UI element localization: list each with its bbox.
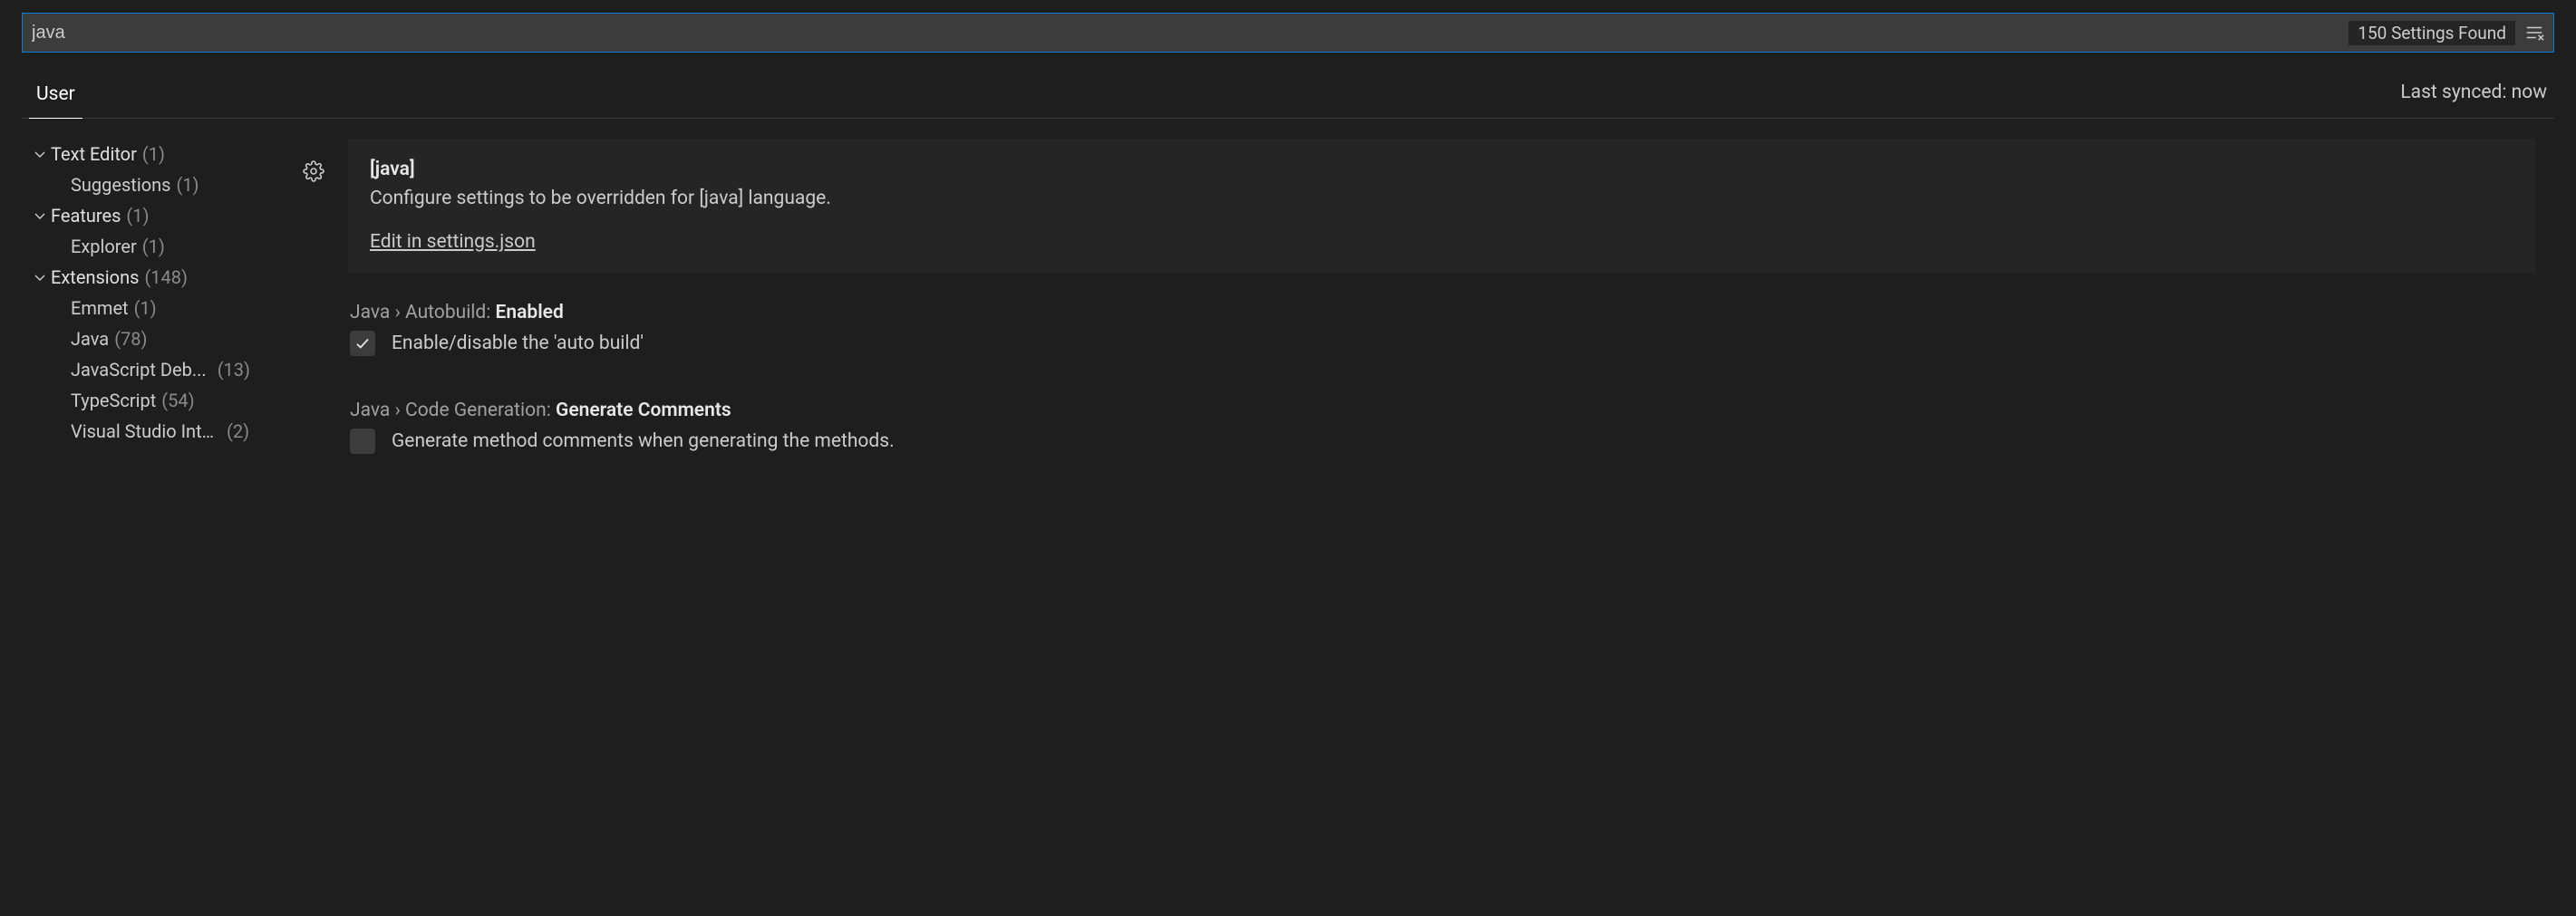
setting-java-autobuild-enabled: Java › Autobuild: Enabled Enable/disable…	[348, 302, 2536, 356]
sidebar-item-javascript-debugger[interactable]: JavaScript Deb... (13)	[29, 354, 303, 385]
setting-java-language: [java] Configure settings to be overridd…	[303, 139, 2536, 454]
sidebar-item-visual-studio-intellicode[interactable]: Visual Studio Int... (2)	[29, 416, 303, 447]
checkbox-generate-comments[interactable]	[350, 429, 375, 454]
sidebar-item-emmet[interactable]: Emmet (1)	[29, 293, 303, 323]
settings-sidebar: Text Editor (1) Suggestions (1) Features…	[22, 139, 303, 454]
sidebar-item-label: Visual Studio Int...	[71, 420, 216, 442]
sidebar-item-label: Suggestions	[71, 174, 170, 196]
sidebar-item-explorer[interactable]: Explorer (1)	[29, 231, 303, 262]
sidebar-item-typescript[interactable]: TypeScript (54)	[29, 385, 303, 416]
sidebar-item-label: Explorer	[71, 236, 137, 257]
sidebar-item-label: Text Editor	[51, 143, 137, 165]
sidebar-item-label: Emmet	[71, 297, 129, 319]
edit-in-settings-json-link[interactable]: Edit in settings.json	[370, 231, 536, 253]
sidebar-item-label: TypeScript	[71, 390, 156, 411]
settings-search-input[interactable]	[32, 14, 2348, 52]
sidebar-item-count: (2)	[227, 420, 249, 442]
setting-scope: Java › Autobuild:	[350, 302, 496, 323]
sidebar-item-count: (1)	[134, 297, 157, 319]
sidebar-item-suggestions[interactable]: Suggestions (1)	[29, 169, 303, 200]
chevron-down-icon	[29, 208, 51, 223]
settings-tabs: User Last synced: now	[22, 74, 2554, 119]
settings-found-count: 150 Settings Found	[2348, 21, 2515, 45]
sidebar-item-extensions[interactable]: Extensions (148)	[29, 262, 303, 293]
sidebar-item-count: (54)	[161, 390, 194, 411]
sidebar-item-count: (1)	[126, 205, 149, 227]
tab-user[interactable]: User	[29, 74, 82, 119]
sidebar-item-label: Features	[51, 205, 121, 227]
sidebar-item-count: (1)	[142, 143, 165, 165]
sidebar-item-count: (13)	[218, 359, 250, 381]
chevron-down-icon	[29, 147, 51, 161]
sidebar-item-java[interactable]: Java (78)	[29, 323, 303, 354]
sidebar-item-count: (148)	[144, 266, 188, 288]
sidebar-item-count: (78)	[114, 328, 147, 350]
checkbox-autobuild[interactable]	[350, 331, 375, 356]
settings-content: [java] Configure settings to be overridd…	[303, 139, 2554, 454]
sidebar-item-features[interactable]: Features (1)	[29, 200, 303, 231]
sidebar-item-label: Java	[71, 328, 109, 350]
chevron-down-icon	[29, 270, 51, 284]
filter-icon[interactable]	[2524, 23, 2544, 43]
setting-description: Enable/disable the 'auto build'	[392, 333, 644, 354]
setting-name: Enabled	[496, 302, 564, 323]
sidebar-item-label: Extensions	[51, 266, 139, 288]
sidebar-item-count: (1)	[176, 174, 199, 196]
setting-title: [java]	[370, 159, 2514, 180]
setting-description: Generate method comments when generating…	[392, 430, 895, 452]
settings-search-container: 150 Settings Found	[22, 13, 2554, 53]
last-synced-label: Last synced: now	[2400, 82, 2547, 111]
setting-name: Generate Comments	[556, 400, 731, 421]
sidebar-item-text-editor[interactable]: Text Editor (1)	[29, 139, 303, 169]
setting-description: Configure settings to be overridden for …	[370, 188, 2514, 209]
gear-icon[interactable]	[303, 160, 324, 187]
setting-scope: Java › Code Generation:	[350, 400, 556, 421]
sidebar-item-label: JavaScript Deb...	[71, 359, 207, 381]
sidebar-item-count: (1)	[142, 236, 165, 257]
setting-java-codegen-generate-comments: Java › Code Generation: Generate Comment…	[348, 400, 2536, 454]
